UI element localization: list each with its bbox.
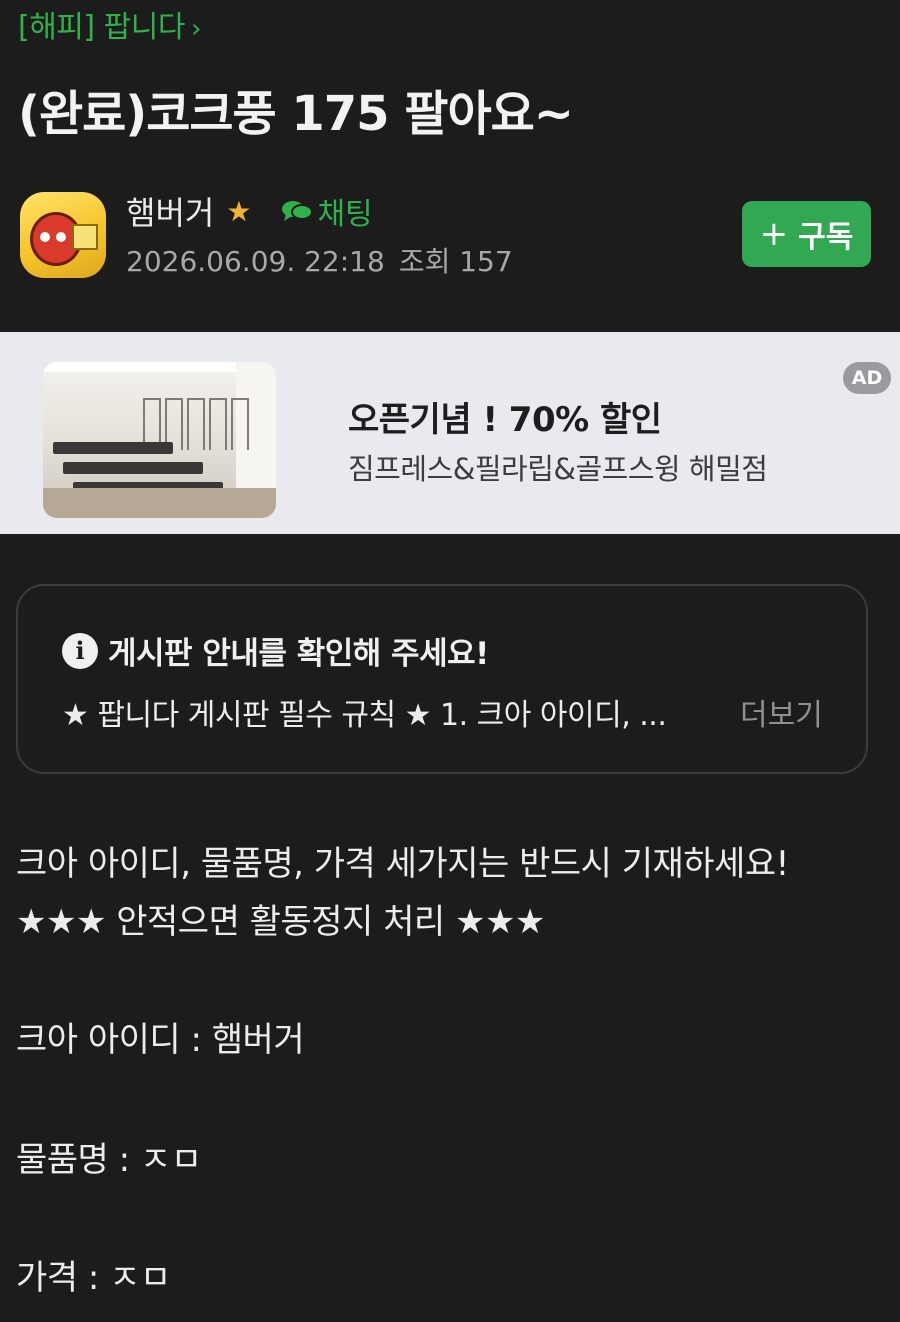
ad-image: [43, 362, 276, 518]
more-link[interactable]: 더보기: [740, 690, 823, 734]
ad-title[interactable]: 오픈기념 ! 70% 할인: [348, 392, 662, 441]
avatar-eye: [40, 232, 50, 242]
chat-label: 채팅: [317, 197, 373, 232]
subscribe-button[interactable]: + 구독: [742, 201, 871, 267]
ad-badge: AD: [843, 362, 891, 394]
notice-header: i 게시판 안내를 확인해 주세요!: [62, 628, 489, 673]
chevron-right-icon: ›: [190, 14, 201, 44]
avatar-eye: [56, 232, 66, 242]
post-body-line: 물품명 : ㅈㅁ: [16, 1140, 202, 1180]
avatar[interactable]: [20, 192, 106, 278]
star-icon: ★: [226, 194, 252, 228]
ad-image-rack: [231, 398, 249, 450]
ad-image-bed: [63, 462, 203, 474]
post-body-line: ★★★ 안적으면 활동정지 처리 ★★★: [16, 902, 545, 942]
ad-image-bed: [53, 442, 173, 454]
chat-bubble-icon: [282, 201, 314, 221]
avatar-item-box: [72, 224, 98, 250]
author-row: 햄버거 ★ 채팅: [126, 188, 373, 234]
post-views: 조회 157: [398, 245, 513, 278]
ad-image-rack: [187, 398, 205, 450]
subscribe-label: 구독: [798, 220, 854, 255]
post-title: (완료)코크풍 175 팔아요~: [18, 86, 574, 142]
chat-button[interactable]: 채팅: [281, 189, 373, 233]
notice-heading: 게시판 안내를 확인해 주세요!: [108, 636, 489, 672]
info-icon: i: [62, 632, 98, 669]
board-notice[interactable]: i 게시판 안내를 확인해 주세요! ★ 팝니다 게시판 필수 규칙 ★ 1. …: [16, 584, 868, 774]
post-date: 2026.06.09. 22:18: [126, 245, 385, 278]
plus-icon: +: [759, 214, 789, 254]
post-body-line: 크아 아이디, 물품명, 가격 세가지는 반드시 기재하세요!: [16, 844, 789, 884]
notice-preview: ★ 팝니다 게시판 필수 규칙 ★ 1. 크아 아이디, ...: [62, 698, 667, 733]
ad-image-rack: [209, 398, 227, 450]
post-body-line: 크아 아이디 : 햄버거: [16, 1020, 305, 1060]
ad-image-floor: [43, 488, 276, 518]
board-link-label: [해피] 팝니다: [18, 10, 185, 45]
post-body-line: 가격 : ㅈㅁ: [16, 1258, 171, 1298]
board-link[interactable]: [해피] 팝니다 ›: [18, 2, 201, 46]
author-nickname[interactable]: 햄버거: [126, 188, 214, 234]
ad-subtitle: 짐프레스&필라립&골프스윙 해밀점: [348, 452, 768, 486]
post-meta: 2026.06.09. 22:18 조회 157: [126, 240, 513, 280]
